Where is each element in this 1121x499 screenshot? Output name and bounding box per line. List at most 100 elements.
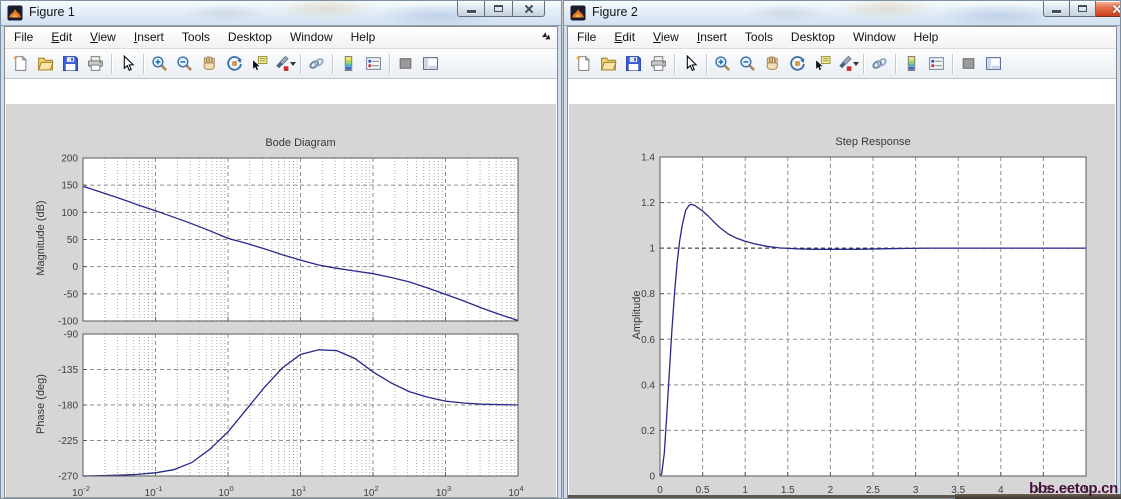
- insert-legend-button[interactable]: [361, 51, 386, 76]
- y-tick-label: 0.4: [641, 380, 655, 391]
- minimize-button[interactable]: [457, 1, 485, 17]
- zoom-in-icon: [151, 55, 168, 72]
- bode-title: Bode Diagram: [265, 137, 336, 149]
- close-button[interactable]: [1096, 1, 1120, 17]
- menu-item-edit[interactable]: Edit: [605, 27, 644, 48]
- zoom-in-button[interactable]: [710, 51, 735, 76]
- maximize-button[interactable]: [1070, 1, 1096, 17]
- caption-buttons: [1043, 1, 1120, 17]
- menu-item-view[interactable]: View: [644, 27, 688, 48]
- y-tick-label: -270: [58, 472, 78, 483]
- hide-plot-tools-button[interactable]: [393, 51, 418, 76]
- figure1-window: Figure 1 File Edit View Insert Tools Desktop W…: [0, 0, 562, 499]
- open-file-button[interactable]: [33, 51, 58, 76]
- rotate-3d-button[interactable]: [222, 51, 247, 76]
- menu-item-tools[interactable]: Tools: [736, 27, 782, 48]
- brush-icon: [273, 55, 289, 72]
- zoom-out-button[interactable]: [172, 51, 197, 76]
- zoom-in-button[interactable]: [147, 51, 172, 76]
- menu-item-desktop[interactable]: Desktop: [219, 27, 281, 48]
- save-figure-button[interactable]: [621, 51, 646, 76]
- figure2-menubar: File Edit View Insert Tools Desktop Window Help: [568, 27, 1116, 49]
- toolbar-separator: [143, 53, 144, 74]
- menu-item-tools[interactable]: Tools: [173, 27, 219, 48]
- brush-button[interactable]: [835, 51, 860, 76]
- step-title: Step Response: [835, 136, 911, 148]
- zoom-out-button[interactable]: [735, 51, 760, 76]
- pan-icon: [201, 55, 218, 72]
- x-tick-label: 103: [436, 484, 451, 498]
- open-file-button[interactable]: [596, 51, 621, 76]
- save-figure-button[interactable]: [58, 51, 83, 76]
- y-tick-label: 0.6: [641, 335, 655, 346]
- dropdown-caret-icon[interactable]: [853, 61, 859, 66]
- insert-colorbar-button[interactable]: [899, 51, 924, 76]
- rotate-3d-icon: [226, 55, 243, 72]
- data-cursor-button[interactable]: [247, 51, 272, 76]
- pan-button[interactable]: [760, 51, 785, 76]
- step-grid-and-axes: 0 0.5 1 1.5 2 2.5 3 3.5 4 4.5 500.20.40.60.811.21.…: [641, 153, 1089, 497]
- new-figure-button[interactable]: [8, 51, 33, 76]
- new-figure-icon: [575, 55, 592, 72]
- print-figure-button[interactable]: [646, 51, 671, 76]
- menu-item-help[interactable]: Help: [342, 27, 385, 48]
- rotate-3d-button[interactable]: [785, 51, 810, 76]
- menu-item-insert[interactable]: Insert: [688, 27, 736, 48]
- show-plot-tools-button[interactable]: [981, 51, 1006, 76]
- y-tick-label: 0.8: [641, 289, 655, 300]
- dropdown-caret-icon[interactable]: [290, 61, 296, 66]
- close-button[interactable]: [513, 1, 545, 17]
- link-plot-button[interactable]: [304, 51, 329, 76]
- y-tick-label: 100: [61, 208, 78, 219]
- figure1-toolbar: [5, 49, 557, 79]
- phase-axis-label: Phase (deg): [35, 374, 47, 434]
- figure1-titlebar[interactable]: Figure 1: [1, 1, 561, 26]
- pointer-icon: [682, 55, 699, 72]
- y-tick-label: -100: [58, 317, 78, 328]
- link-plot-button[interactable]: [867, 51, 892, 76]
- x-tick-label: 10-2: [72, 484, 90, 498]
- minimize-button[interactable]: [1043, 1, 1070, 17]
- show-plot-tools-button[interactable]: [418, 51, 443, 76]
- menu-overflow-icon[interactable]: [539, 29, 556, 46]
- menu-item-edit[interactable]: Edit: [42, 27, 81, 48]
- menu-item-insert[interactable]: Insert: [125, 27, 173, 48]
- watermark-text: bbs.eetop.cn: [1029, 480, 1118, 497]
- menu-item-file[interactable]: File: [568, 27, 605, 48]
- magnitude-axis-label: Magnitude (dB): [35, 200, 47, 276]
- y-tick-label: 1.2: [641, 198, 655, 209]
- hide-plot-tools-icon: [960, 55, 977, 72]
- toolbar-separator: [300, 53, 301, 74]
- print-figure-icon: [650, 55, 667, 72]
- menu-item-desktop[interactable]: Desktop: [782, 27, 844, 48]
- figure2-titlebar[interactable]: Figure 2: [564, 1, 1120, 26]
- menu-item-help[interactable]: Help: [905, 27, 948, 48]
- brush-button[interactable]: [272, 51, 297, 76]
- toolbar-separator: [674, 53, 675, 74]
- pointer-button[interactable]: [115, 51, 140, 76]
- maximize-button[interactable]: [485, 1, 513, 17]
- zoom-out-icon: [739, 55, 756, 72]
- new-figure-button[interactable]: [571, 51, 596, 76]
- print-figure-button[interactable]: [83, 51, 108, 76]
- save-figure-icon: [62, 55, 79, 72]
- menu-item-window[interactable]: Window: [281, 27, 342, 48]
- data-cursor-icon: [251, 55, 268, 72]
- minimize-icon: [1052, 10, 1061, 13]
- insert-legend-button[interactable]: [924, 51, 949, 76]
- data-cursor-button[interactable]: [810, 51, 835, 76]
- pan-button[interactable]: [197, 51, 222, 76]
- menu-item-view[interactable]: View: [81, 27, 125, 48]
- menu-item-window[interactable]: Window: [844, 27, 905, 48]
- toolbar-separator: [863, 53, 864, 74]
- insert-colorbar-button[interactable]: [336, 51, 361, 76]
- hide-plot-tools-button[interactable]: [956, 51, 981, 76]
- bode-grid-and-axes: 200150100500-50-100-90-135-180-225-27010…: [58, 154, 524, 499]
- toolbar-separator: [111, 53, 112, 74]
- toolbar-separator: [706, 53, 707, 74]
- pointer-button[interactable]: [678, 51, 703, 76]
- x-tick-label: 101: [291, 484, 306, 498]
- close-icon: [524, 4, 534, 14]
- menu-item-file[interactable]: File: [5, 27, 42, 48]
- insert-colorbar-icon: [340, 55, 357, 72]
